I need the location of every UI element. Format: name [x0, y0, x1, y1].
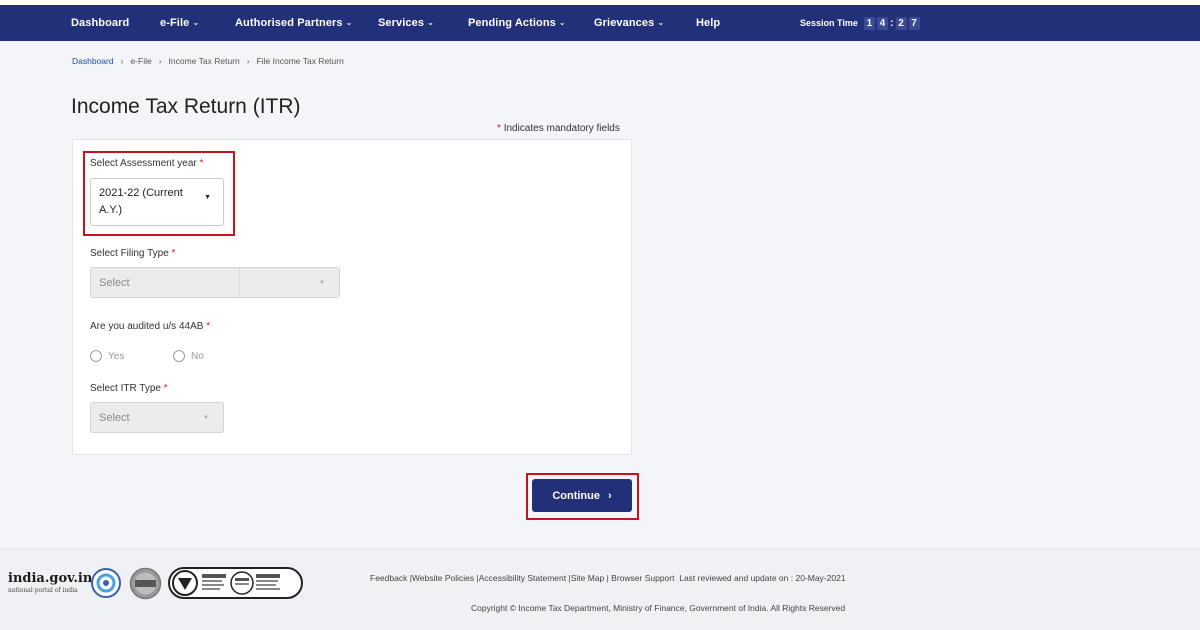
audited-label-text: Are you audited u/s 44AB: [90, 321, 204, 332]
footer-link-site-map[interactable]: Site Map: [571, 573, 605, 583]
chevron-down-icon: ⌄: [558, 18, 566, 27]
required-asterisk: *: [199, 158, 204, 169]
breadcrumb: Dashboard › e-File › Income Tax Return ›…: [72, 56, 344, 66]
radio-circle-icon: [90, 350, 102, 362]
iso-certification-badge-icon: [168, 567, 303, 599]
filing-type-label-text: Select Filing Type: [90, 248, 169, 259]
filing-type-select[interactable]: Select ▼: [90, 267, 340, 298]
session-digits: 1 4 : 2 7: [863, 16, 922, 30]
audited-radio-yes[interactable]: Yes: [90, 350, 124, 362]
session-digit: 7: [908, 16, 920, 30]
footer-link-accessibility[interactable]: Accessibility Statement: [479, 573, 566, 583]
required-asterisk: *: [206, 321, 211, 332]
assessment-year-label: Select Assessment year *: [90, 158, 203, 169]
india-gov-logo[interactable]: india.gov.in national portal of india: [8, 571, 92, 594]
footer-link-website-policies[interactable]: Website Policies: [412, 573, 474, 583]
nav-grievances[interactable]: Grievances ⌄: [594, 5, 664, 41]
caret-down-icon: ▼: [203, 415, 209, 421]
breadcrumb-dashboard[interactable]: Dashboard: [72, 56, 114, 66]
mandatory-note-text: Indicates mandatory fields: [503, 123, 620, 134]
assessment-year-value-line2: A.Y.): [99, 204, 123, 216]
breadcrumb-separator: ›: [120, 56, 124, 66]
india-gov-logo-text: india.gov.in: [8, 571, 93, 586]
nav-services[interactable]: Services ⌄: [378, 5, 434, 41]
nav-authorised-partners-label: Authorised Partners: [235, 17, 343, 29]
filing-type-label: Select Filing Type *: [90, 248, 175, 259]
continue-label: Continue: [552, 489, 600, 502]
nav-dashboard[interactable]: Dashboard: [71, 5, 129, 41]
nav-services-label: Services: [378, 17, 425, 29]
footer-link-browser-support[interactable]: Browser Support: [611, 573, 674, 583]
accessibility-badge-icon: [91, 568, 121, 598]
nav-help[interactable]: Help: [696, 5, 720, 41]
nav-dashboard-label: Dashboard: [71, 17, 130, 29]
chevron-down-icon: ⌄: [192, 18, 200, 27]
session-digit: 2: [895, 16, 907, 30]
itr-type-label: Select ITR Type *: [90, 383, 168, 394]
main-navbar: Dashboard e-File ⌄ Authorised Partners ⌄ S…: [0, 5, 1200, 41]
required-asterisk: *: [171, 248, 176, 259]
nav-pending-actions-label: Pending Actions: [468, 17, 556, 29]
radio-circle-icon: [173, 350, 185, 362]
breadcrumb-income-tax-return[interactable]: Income Tax Return: [169, 56, 240, 66]
nav-efile-label: e-File: [160, 17, 190, 29]
chevron-down-icon: ⌄: [345, 18, 353, 27]
itr-type-label-text: Select ITR Type: [90, 383, 161, 394]
session-colon: :: [889, 17, 894, 29]
session-timer: Session Time 1 4 : 2 7: [800, 5, 922, 41]
filing-type-placeholder: Select: [99, 277, 130, 289]
nav-authorised-partners[interactable]: Authorised Partners ⌄: [235, 5, 352, 41]
select-divider: [239, 268, 240, 297]
nav-grievances-label: Grievances: [594, 17, 655, 29]
assessment-year-value-line1: 2021-22 (Current: [99, 187, 183, 199]
itr-type-select[interactable]: Select ▼: [90, 402, 224, 433]
entrust-seal-icon: [129, 567, 162, 600]
footer-links: Feedback |Website Policies |Accessibilit…: [370, 573, 846, 583]
india-gov-logo-subtext: national portal of india: [8, 587, 78, 594]
nav-pending-actions[interactable]: Pending Actions ⌄: [468, 5, 566, 41]
required-asterisk: *: [497, 123, 501, 134]
breadcrumb-current-page: File Income Tax Return: [256, 56, 344, 66]
caret-down-icon: ▼: [204, 194, 211, 201]
session-digit: 1: [863, 16, 875, 30]
chevron-down-icon: ⌄: [657, 18, 665, 27]
required-asterisk: *: [163, 383, 168, 394]
radio-no-label: No: [191, 350, 204, 362]
assessment-year-select[interactable]: 2021-22 (Current A.Y.) ▼: [90, 178, 224, 226]
page-title: Income Tax Return (ITR): [71, 95, 301, 118]
footer-copyright: Copyright © Income Tax Department, Minis…: [471, 603, 846, 613]
breadcrumb-efile[interactable]: e-File: [130, 56, 151, 66]
caret-down-icon: ▼: [319, 280, 325, 286]
session-label: Session Time: [800, 18, 858, 28]
chevron-down-icon: ⌄: [427, 18, 434, 27]
nav-help-label: Help: [696, 17, 721, 29]
footer-link-feedback[interactable]: Feedback: [370, 573, 407, 583]
continue-button[interactable]: Continue ›: [532, 479, 632, 512]
mandatory-note: * Indicates mandatory fields: [497, 123, 620, 134]
assessment-year-label-text: Select Assessment year: [90, 158, 197, 169]
breadcrumb-separator: ›: [158, 56, 162, 66]
nav-efile[interactable]: e-File ⌄: [160, 5, 199, 41]
footer-last-reviewed: Last reviewed and update on : 20-May-202…: [679, 573, 846, 583]
session-digit: 4: [876, 16, 888, 30]
radio-yes-label: Yes: [108, 350, 125, 362]
audited-radio-no[interactable]: No: [173, 350, 204, 362]
chevron-right-icon: ›: [608, 489, 612, 502]
audited-label: Are you audited u/s 44AB *: [90, 321, 210, 332]
itr-type-placeholder: Select: [99, 412, 130, 424]
breadcrumb-separator: ›: [246, 56, 250, 66]
